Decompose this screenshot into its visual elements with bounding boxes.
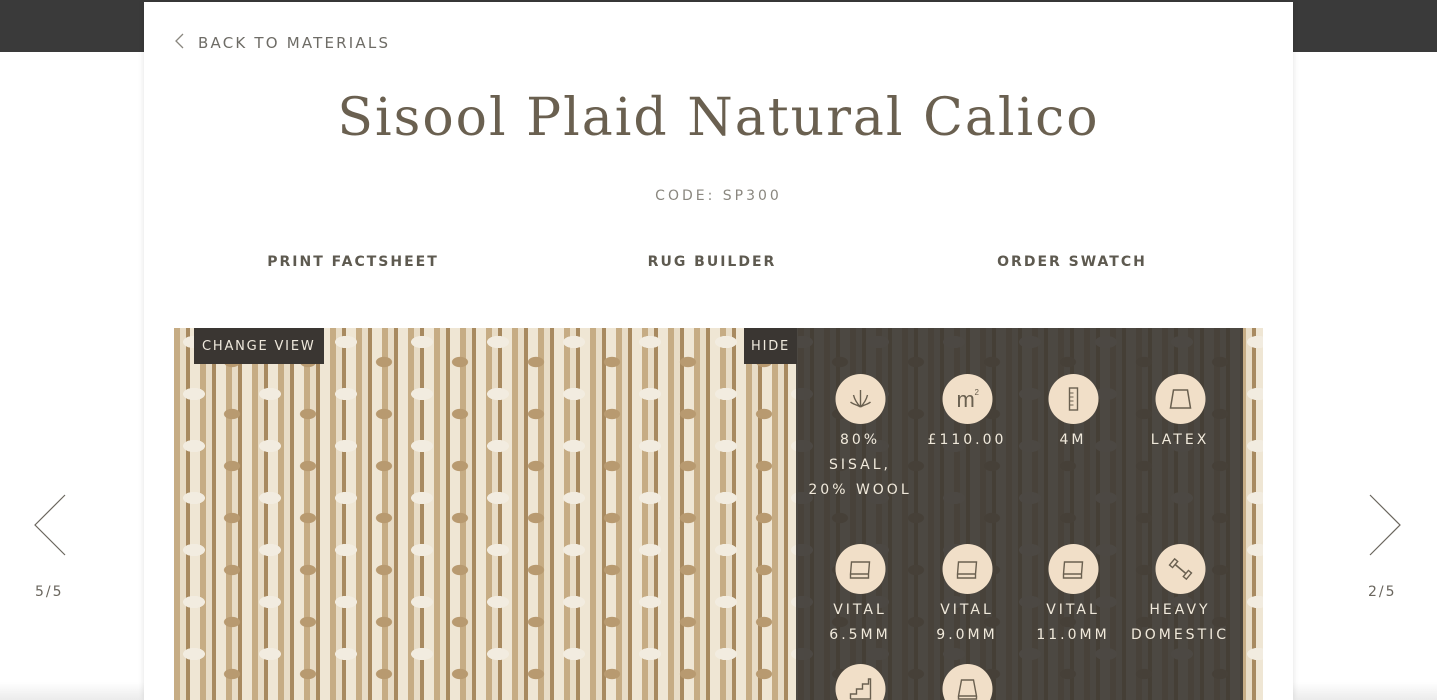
order-swatch-button[interactable]: ORDER SWATCH (997, 254, 1147, 270)
product-code: CODE: SP300 (655, 188, 782, 204)
spec-panel: 80% SISAL, 20% WOOL m2 £110.00 4M LATEX (796, 328, 1243, 700)
spec-label: VITAL 6.5MM (829, 602, 891, 643)
spec-label: £110.00 (927, 432, 1007, 448)
spec-stairs (807, 664, 914, 700)
spec-label: HEAVY DOMESTIC (1130, 602, 1230, 643)
action-bar: PRINT FACTSHEET RUG BUILDER ORDER SWATCH (144, 254, 1293, 274)
spec-label: VITAL 11.0MM (1036, 602, 1110, 643)
back-label: BACK TO MATERIALS (198, 34, 391, 52)
back-to-materials-link[interactable]: BACK TO MATERIALS (174, 33, 390, 53)
stairs-icon (835, 664, 885, 700)
spec-label: 4M (1059, 432, 1087, 448)
chevron-left-icon (174, 33, 184, 53)
hide-button[interactable]: HIDE (744, 328, 798, 364)
spec-usage: HEAVY DOMESTIC (1127, 544, 1234, 648)
spec-label: 80% SISAL, 20% WOOL (808, 432, 912, 498)
underlay-icon (1048, 544, 1098, 594)
print-factsheet-button[interactable]: PRINT FACTSHEET (267, 254, 438, 270)
spec-extra (914, 664, 1021, 700)
spec-underlay-1: VITAL 6.5MM (807, 544, 914, 648)
pager-right: 2/5 (1368, 584, 1397, 600)
previous-arrow-icon[interactable] (32, 494, 66, 556)
dumbbell-icon (1155, 544, 1205, 594)
rug-builder-button[interactable]: RUG BUILDER (648, 254, 777, 270)
square-metre-icon: m2 (942, 374, 992, 424)
spec-label: VITAL 9.0MM (936, 602, 998, 643)
pager-left: 5/5 (35, 584, 64, 600)
spec-composition: 80% SISAL, 20% WOOL (807, 374, 914, 503)
spec-backing: LATEX (1127, 374, 1234, 453)
change-view-button[interactable]: CHANGE VIEW (194, 328, 324, 364)
spec-underlay-2: VITAL 9.0MM (914, 544, 1021, 648)
plant-icon (835, 374, 885, 424)
latex-backing-icon (1155, 374, 1205, 424)
product-card: BACK TO MATERIALS Sisool Plaid Natural C… (144, 2, 1293, 700)
material-image: CHANGE VIEW HIDE 80% SISAL, 20% WOOL m2 … (174, 328, 1263, 700)
spec-width: 4M (1020, 374, 1127, 453)
backing-icon (942, 664, 992, 700)
page-title: Sisool Plaid Natural Calico (337, 88, 1100, 148)
underlay-icon (835, 544, 885, 594)
width-ruler-icon (1048, 374, 1098, 424)
spec-price: m2 £110.00 (914, 374, 1021, 453)
underlay-icon (942, 544, 992, 594)
svg-text:2: 2 (974, 388, 981, 397)
next-arrow-icon[interactable] (1369, 494, 1403, 556)
spec-underlay-3: VITAL 11.0MM (1020, 544, 1127, 648)
spec-label: LATEX (1150, 432, 1210, 448)
